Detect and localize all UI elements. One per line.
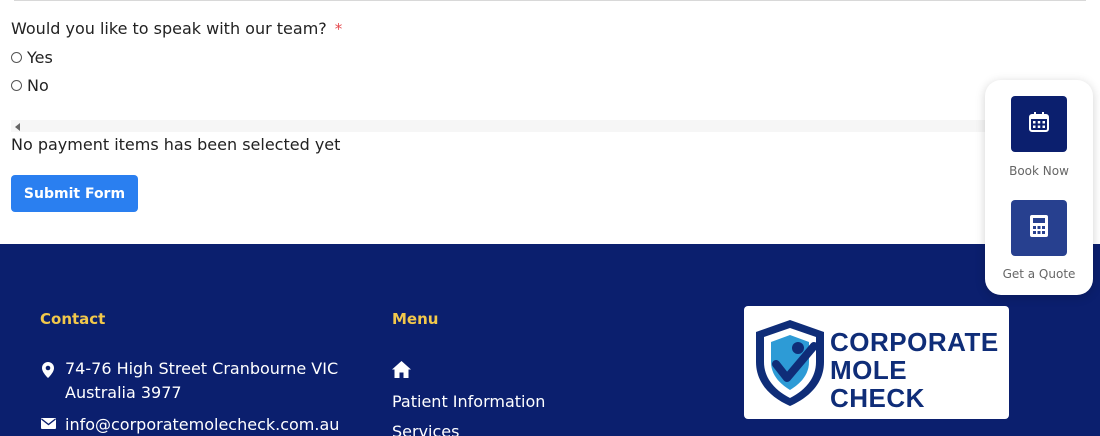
horizontal-scrollbar[interactable]	[11, 120, 1001, 132]
radio-label-no: No	[27, 76, 49, 95]
radio-option-yes[interactable]: Yes	[11, 48, 53, 67]
radio-option-no[interactable]: No	[11, 76, 49, 95]
address-line-1: 74-76 High Street Cranbourne VIC	[65, 359, 339, 378]
get-a-quote-button[interactable]	[1011, 200, 1067, 256]
home-icon[interactable]	[392, 361, 411, 382]
contact-heading: Contact	[40, 310, 106, 328]
question-text: Would you like to speak with our team?	[11, 19, 327, 38]
scroll-left-icon[interactable]	[15, 123, 20, 131]
contact-email[interactable]: info@corporatemolecheck.com.au	[40, 413, 339, 436]
logo-wordmark: CORPORATE MOLE CHECK	[830, 328, 1009, 412]
menu-item-services[interactable]: Services	[392, 422, 459, 436]
question-label: Would you like to speak with our team? *	[11, 19, 342, 38]
radio-icon[interactable]	[11, 52, 22, 63]
submit-form-button[interactable]: Submit Form	[11, 175, 138, 212]
book-now-button[interactable]	[1011, 96, 1067, 152]
email-link[interactable]: info@corporatemolecheck.com.au	[65, 413, 339, 436]
address-line-2: Australia 3977	[65, 383, 182, 402]
calendar-icon	[1029, 112, 1049, 136]
payment-status-message: No payment items has been selected yet	[11, 135, 341, 154]
company-logo[interactable]: CORPORATE MOLE CHECK	[744, 306, 1009, 419]
floating-action-panel: Book Now Get a Quote	[985, 80, 1093, 295]
logo-line-1: CORPORATE	[830, 327, 999, 357]
book-now-label[interactable]: Book Now	[985, 164, 1093, 178]
menu-heading: Menu	[392, 310, 439, 328]
get-a-quote-label[interactable]: Get a Quote	[985, 267, 1093, 281]
calculator-icon	[1030, 215, 1048, 241]
radio-icon[interactable]	[11, 80, 22, 91]
form-section: Would you like to speak with our team? *…	[0, 0, 1100, 244]
divider	[14, 0, 1086, 1]
logo-line-2: MOLE CHECK	[830, 355, 925, 413]
email-icon	[40, 418, 56, 429]
menu-item-patient-information[interactable]: Patient Information	[392, 392, 545, 411]
required-marker: *	[334, 19, 343, 38]
radio-label-yes: Yes	[27, 48, 53, 67]
page: Would you like to speak with our team? *…	[0, 0, 1100, 436]
location-pin-icon	[40, 362, 56, 378]
contact-address: 74-76 High Street Cranbourne VIC Austral…	[40, 357, 338, 405]
shield-logo-icon	[752, 318, 828, 412]
site-footer: Contact Menu 74-76 High Street Cranbourn…	[0, 244, 1100, 436]
